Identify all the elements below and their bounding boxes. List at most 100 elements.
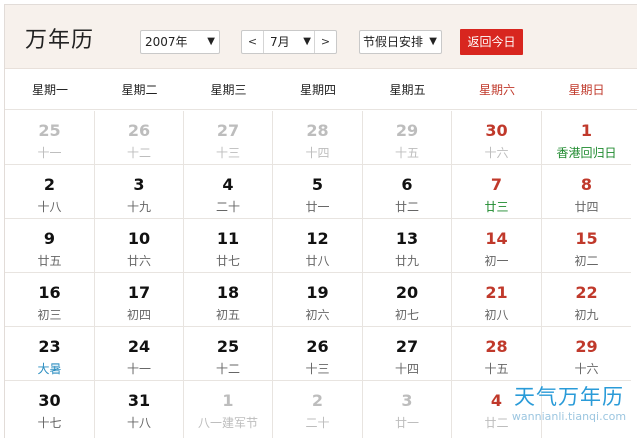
day-cell[interactable]: 14 初一 <box>452 219 542 273</box>
chevron-down-icon: ▼ <box>207 36 215 47</box>
back-to-today-button[interactable]: 返回今日 <box>460 29 523 55</box>
lunar-date: 初二 <box>574 254 599 268</box>
day-cell[interactable]: 26 十三 <box>273 327 363 381</box>
day-cell[interactable]: 1 香港回归日 <box>542 111 631 165</box>
day-cell[interactable]: 15 初二 <box>542 219 631 273</box>
year-select-value: 2007年 <box>145 35 188 49</box>
day-number: 18 <box>216 283 240 302</box>
lunar-date: 廿五 <box>37 254 62 268</box>
day-number: 26 <box>306 337 329 356</box>
month-select[interactable]: 7月 ▼ <box>266 31 314 53</box>
holiday-select[interactable]: 节假日安排 ▼ <box>359 30 442 54</box>
lunar-date: 廿七 <box>215 254 240 268</box>
lunar-date: 大暑 <box>37 362 62 376</box>
day-number: 10 <box>127 229 151 248</box>
day-number: 24 <box>127 337 151 356</box>
day-number: 16 <box>38 283 61 302</box>
day-cell[interactable]: 25 十二 <box>184 327 273 381</box>
day-number: 14 <box>485 229 508 248</box>
weekday-label: 星期二 <box>121 83 158 97</box>
day-cell[interactable]: 27 十三 <box>184 111 273 165</box>
lunar-date: 十二 <box>215 362 240 376</box>
lunar-date: 初四 <box>126 308 151 322</box>
day-number: 15 <box>575 229 598 248</box>
day-cell[interactable]: 3 十九 <box>95 165 184 219</box>
day-cell[interactable]: 9 廿五 <box>5 219 95 273</box>
day-cell[interactable]: 26 十二 <box>95 111 184 165</box>
day-number: 28 <box>485 337 508 356</box>
day-cell[interactable]: 7 廿三 <box>452 165 542 219</box>
day-cell[interactable]: 28 十五 <box>452 327 542 381</box>
weekday-label: 星期三 <box>210 83 247 97</box>
day-cell[interactable]: 22 初九 <box>542 273 631 327</box>
day-cell[interactable]: 13 廿九 <box>363 219 452 273</box>
day-number: 29 <box>395 121 419 140</box>
lunar-date: 十五 <box>484 362 509 376</box>
month-select-value: 7月 <box>270 35 290 49</box>
day-cell[interactable]: 5 廿一 <box>273 165 363 219</box>
day-cell[interactable]: 17 初四 <box>95 273 184 327</box>
day-cell[interactable]: 25 十一 <box>5 111 95 165</box>
year-select[interactable]: 2007年 ▼ <box>140 30 220 54</box>
day-number: 26 <box>127 121 151 140</box>
calendar-header: 万年历 2007年 ▼ < 7月 ▼ > 节假日安排 ▼ 返回今日 <box>5 5 637 69</box>
day-cell[interactable]: 20 初七 <box>363 273 452 327</box>
watermark-url: wannianli.tianqi.com <box>511 410 627 423</box>
lunar-date: 十七 <box>37 416 62 430</box>
day-cell[interactable]: 21 初八 <box>452 273 542 327</box>
day-cell[interactable]: 29 十五 <box>363 111 452 165</box>
day-cell[interactable]: 6 廿二 <box>363 165 452 219</box>
lunar-date: 初八 <box>484 308 509 322</box>
day-cell[interactable]: 24 十一 <box>95 327 184 381</box>
day-cell[interactable]: 3 廿一 <box>363 381 452 438</box>
day-cell[interactable]: 27 十四 <box>363 327 452 381</box>
day-cell[interactable]: 10 廿六 <box>95 219 184 273</box>
day-cell[interactable]: 19 初六 <box>273 273 363 327</box>
day-number: 22 <box>575 283 598 302</box>
lunar-date: 十八 <box>37 200 62 214</box>
lunar-date: 二十 <box>215 200 240 214</box>
day-cell[interactable]: 2 二十 <box>273 381 363 438</box>
day-cell[interactable]: 18 初五 <box>184 273 273 327</box>
lunar-date: 十一 <box>37 146 62 160</box>
day-number: 27 <box>216 121 240 140</box>
day-number: 28 <box>306 121 329 140</box>
day-cell[interactable]: 31 十八 <box>95 381 184 438</box>
day-number: 17 <box>127 283 151 302</box>
next-month-button[interactable]: > <box>314 31 336 53</box>
day-number: 20 <box>395 283 419 302</box>
lunar-date: 廿四 <box>574 200 599 214</box>
day-cell[interactable]: 28 十四 <box>273 111 363 165</box>
lunar-date: 香港回归日 <box>556 146 617 160</box>
lunar-date: 廿三 <box>484 200 509 214</box>
day-number: 5 <box>311 175 324 194</box>
watermark-text: 天气万年历 <box>514 385 624 409</box>
day-number: 9 <box>43 229 56 248</box>
day-cell[interactable]: 1 八一建军节 <box>184 381 273 438</box>
prev-month-button[interactable]: < <box>242 31 264 53</box>
lunar-date: 八一建军节 <box>197 416 258 430</box>
day-number: 2 <box>311 391 324 410</box>
day-number: 2 <box>43 175 56 194</box>
day-cell[interactable]: 11 廿七 <box>184 219 273 273</box>
weekday-header-row: 星期一 星期二 星期三 星期四 星期五 星期六 星期日 <box>5 70 637 110</box>
day-cell[interactable]: 2 十八 <box>5 165 95 219</box>
day-cell[interactable]: 12 廿八 <box>273 219 363 273</box>
day-number: 27 <box>395 337 419 356</box>
lunar-date: 初五 <box>215 308 240 322</box>
day-cell[interactable]: 4 二十 <box>184 165 273 219</box>
lunar-date: 廿六 <box>126 254 151 268</box>
day-number: 25 <box>38 121 61 140</box>
lunar-date: 十三 <box>305 362 330 376</box>
day-cell[interactable]: 29 十六 <box>542 327 631 381</box>
day-cell[interactable]: 8 廿四 <box>542 165 631 219</box>
day-number: 8 <box>580 175 593 194</box>
day-cell[interactable]: 16 初三 <box>5 273 95 327</box>
day-number: 30 <box>38 391 61 410</box>
month-selector: < 7月 ▼ > <box>241 30 337 54</box>
day-cell[interactable]: 23 大暑 <box>5 327 95 381</box>
day-cell[interactable]: 30 十七 <box>5 381 95 438</box>
day-cell[interactable]: 30 十六 <box>452 111 542 165</box>
lunar-date: 廿一 <box>305 200 330 214</box>
day-number: 3 <box>133 175 145 194</box>
